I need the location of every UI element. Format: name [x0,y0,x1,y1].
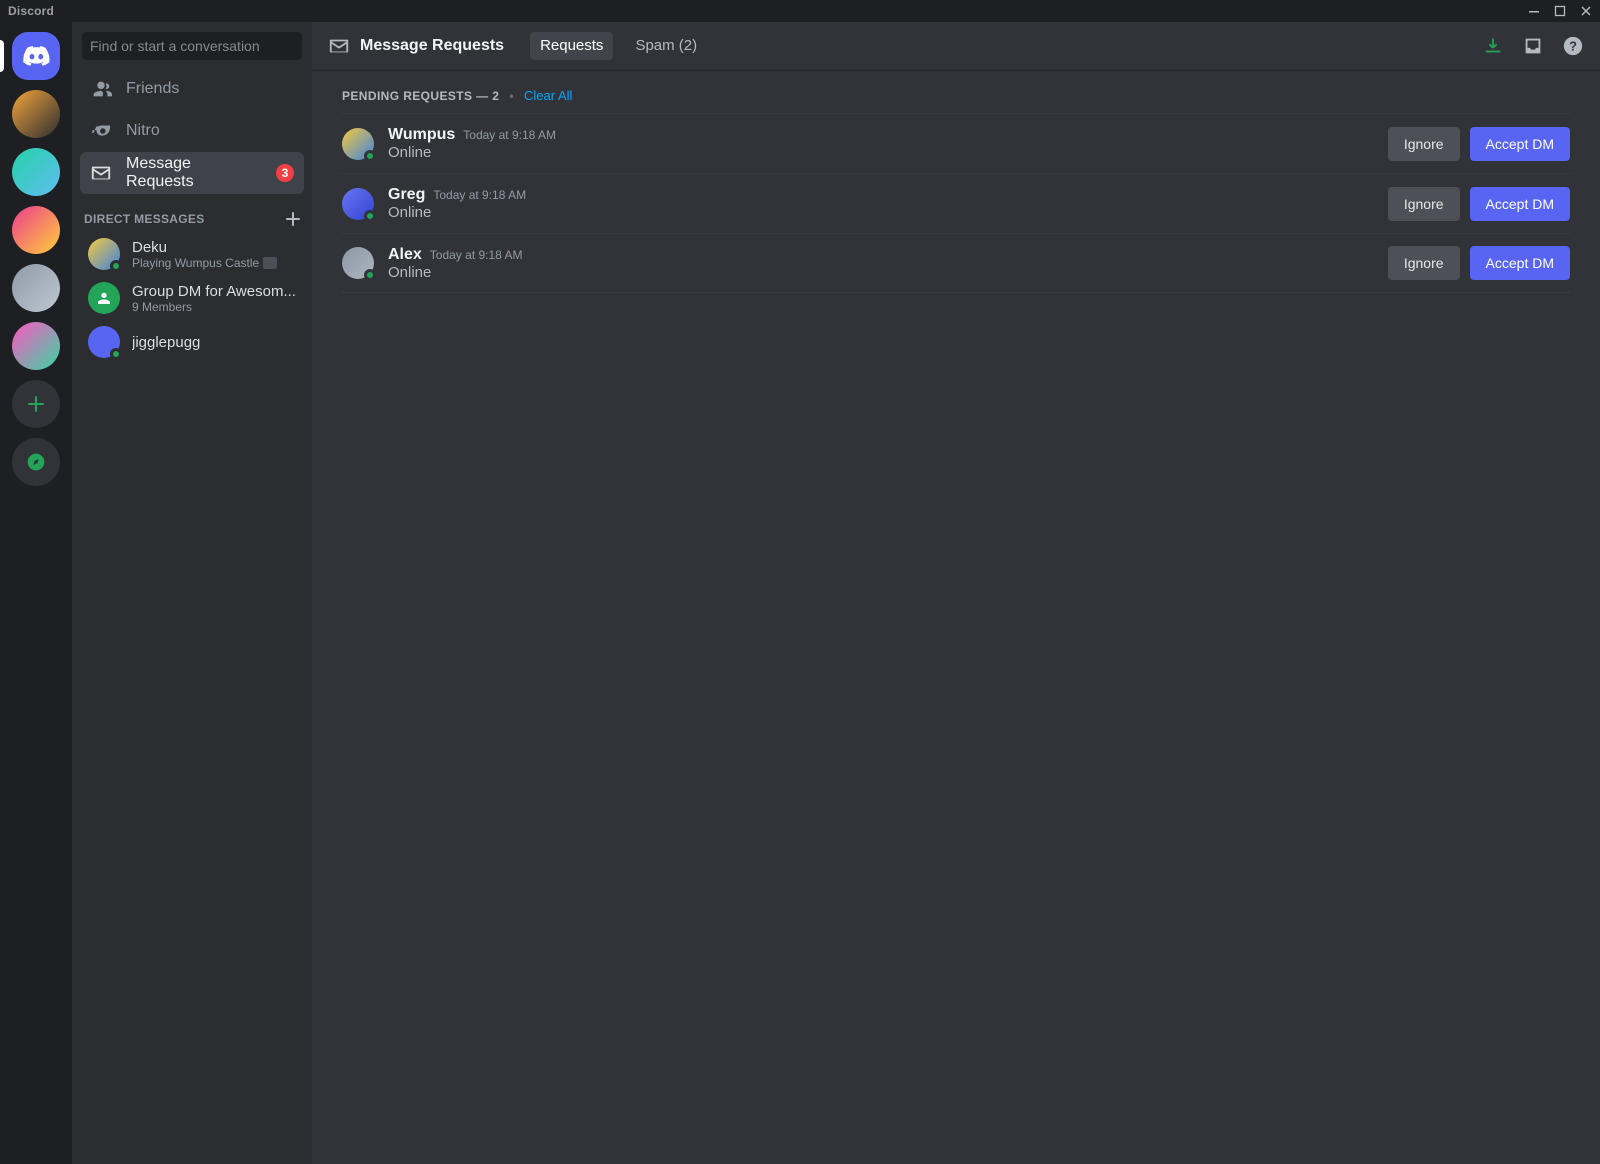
dm-item[interactable]: jigglepugg [80,320,304,364]
search-placeholder: Find or start a conversation [90,38,260,54]
pending-section-header: PENDING REQUESTS — 2 • Clear All [312,70,1600,113]
server-item[interactable] [0,148,72,196]
main-header: Message Requests Requests Spam (2) ? [312,22,1600,70]
tab-requests[interactable]: Requests [530,32,613,60]
avatar [342,188,374,220]
search-input[interactable]: Find or start a conversation [82,32,302,60]
avatar [88,238,120,270]
dm-name: jigglepugg [132,334,200,351]
request-username: Wumpus [388,126,455,144]
mail-icon [90,162,112,184]
request-item[interactable]: Greg Today at 9:18 AM Online Ignore Accept D… [342,173,1570,233]
nav-requests-label: Message Requests [126,155,262,191]
add-server-button [12,380,60,428]
mail-icon [328,35,350,57]
header-tabs: Requests Spam (2) [530,32,707,60]
nitro-icon [90,120,112,142]
rich-presence-icon [263,257,277,269]
server-item[interactable] [0,90,72,138]
window-controls [1528,5,1592,17]
minimize-button[interactable] [1528,5,1540,17]
server-icon [12,264,60,312]
new-dm-button[interactable] [286,212,300,226]
dm-item[interactable]: Group DM for Awesom...9 Members [80,276,304,320]
request-item[interactable]: Wumpus Today at 9:18 AM Online Ignore Accept… [342,113,1570,173]
tab-spam[interactable]: Spam (2) [625,32,707,60]
friends-icon [90,78,112,100]
app-brand: Discord [8,4,54,18]
server-item[interactable] [0,322,72,370]
request-timestamp: Today at 9:18 AM [430,248,523,262]
maximize-button[interactable] [1554,5,1566,17]
avatar [88,282,120,314]
ignore-button[interactable]: Ignore [1388,187,1460,221]
page-title: Message Requests [328,35,504,57]
dm-item[interactable]: DekuPlaying Wumpus Castle [80,232,304,276]
clear-all-link[interactable]: Clear All [524,88,572,103]
server-icon [12,206,60,254]
server-rail [0,22,72,1164]
nav-friends[interactable]: Friends [80,68,304,110]
accept-dm-button[interactable]: Accept DM [1470,187,1570,221]
accept-dm-button[interactable]: Accept DM [1470,246,1570,280]
dm-subtitle: Playing Wumpus Castle [132,256,259,270]
pending-count-label: PENDING REQUESTS — 2 [342,89,499,103]
dm-list: DekuPlaying Wumpus CastleGroup DM for Aw… [72,232,312,364]
nav-friends-label: Friends [126,80,179,98]
explore-servers-button [12,438,60,486]
server-item[interactable] [0,438,72,486]
request-item[interactable]: Alex Today at 9:18 AM Online Ignore Accept D… [342,233,1570,293]
close-button[interactable] [1580,5,1592,17]
ignore-button[interactable]: Ignore [1388,246,1460,280]
request-presence: Online [388,264,523,281]
dm-sidebar: Find or start a conversation Friends Nit… [72,22,312,1164]
status-online [364,150,376,162]
server-item[interactable] [0,380,72,428]
request-username: Greg [388,186,425,204]
server-icon [12,148,60,196]
nav-nitro[interactable]: Nitro [80,110,304,152]
status-online [364,269,376,281]
request-presence: Online [388,144,556,161]
page-title-label: Message Requests [360,37,504,55]
dm-header: DIRECT MESSAGES [72,194,312,232]
home-button [12,32,60,80]
request-timestamp: Today at 9:18 AM [433,188,526,202]
inbox-icon[interactable] [1522,35,1544,57]
dm-header-label: DIRECT MESSAGES [84,212,205,226]
nav-nitro-label: Nitro [126,122,160,140]
avatar [342,128,374,160]
download-icon[interactable] [1482,35,1504,57]
svg-text:?: ? [1569,38,1577,53]
request-username: Alex [388,246,422,264]
titlebar: Discord [0,0,1600,22]
requests-badge: 3 [276,164,294,182]
server-item[interactable] [0,264,72,312]
dm-name: Deku [132,239,277,256]
server-icon [12,90,60,138]
status-online [364,210,376,222]
dm-name: Group DM for Awesom... [132,283,296,300]
main-panel: Message Requests Requests Spam (2) ? [312,22,1600,1164]
request-list: Wumpus Today at 9:18 AM Online Ignore Accept… [312,113,1600,293]
dm-subtitle: 9 Members [132,300,192,314]
help-icon[interactable]: ? [1562,35,1584,57]
nav-message-requests[interactable]: Message Requests 3 [80,152,304,194]
ignore-button[interactable]: Ignore [1388,127,1460,161]
request-timestamp: Today at 9:18 AM [463,128,556,142]
status-online [110,260,122,272]
header-actions: ? [1482,35,1584,57]
avatar [88,326,120,358]
server-icon [12,322,60,370]
server-item[interactable] [0,32,72,80]
status-online [110,348,122,360]
accept-dm-button[interactable]: Accept DM [1470,127,1570,161]
request-presence: Online [388,204,526,221]
avatar [342,247,374,279]
server-item[interactable] [0,206,72,254]
